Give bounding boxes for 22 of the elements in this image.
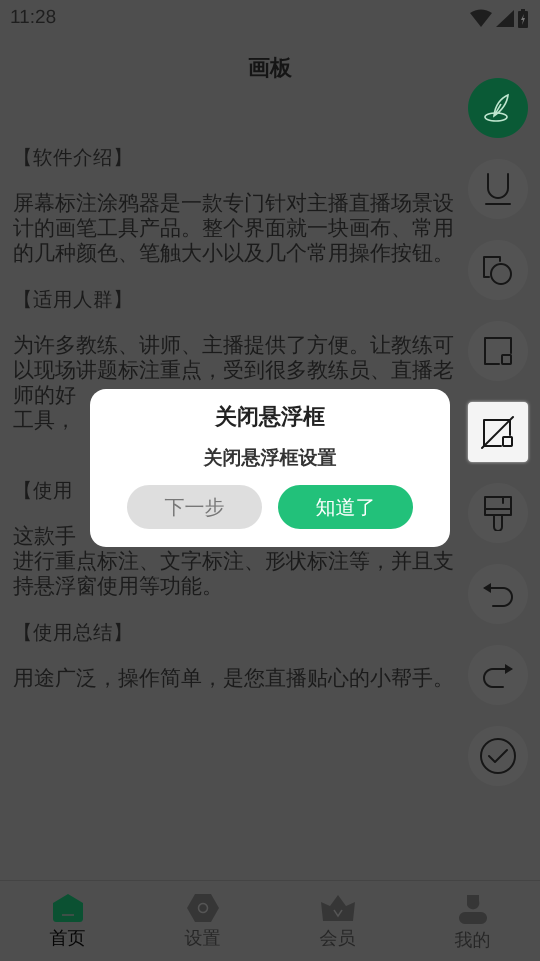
home-icon xyxy=(52,893,84,923)
dialog-title: 关闭悬浮框 xyxy=(215,404,325,432)
nav-tab[interactable]: 首页 xyxy=(0,881,135,961)
page-title: 画板 xyxy=(247,55,293,83)
crown-icon xyxy=(320,893,356,923)
wifi-icon xyxy=(470,9,492,27)
paint-brush-icon xyxy=(483,495,513,531)
gear-icon xyxy=(186,893,220,923)
battery-icon xyxy=(518,8,528,28)
square-icon xyxy=(483,336,513,366)
redo-arrow-icon xyxy=(481,661,515,689)
next-button[interactable]: 下一步 xyxy=(127,485,262,529)
slashed-square-icon xyxy=(481,415,515,449)
person-icon xyxy=(456,893,488,925)
check-circle-icon xyxy=(479,737,517,775)
tool-button[interactable] xyxy=(468,402,528,462)
underline-icon xyxy=(483,172,513,206)
square-circle-icon xyxy=(481,253,515,287)
confirm-button[interactable]: 知道了 xyxy=(278,485,413,529)
undo-arrow-icon xyxy=(481,580,515,608)
signal-icon xyxy=(496,10,514,26)
dialog-message: 关闭悬浮框设置 xyxy=(204,446,336,471)
